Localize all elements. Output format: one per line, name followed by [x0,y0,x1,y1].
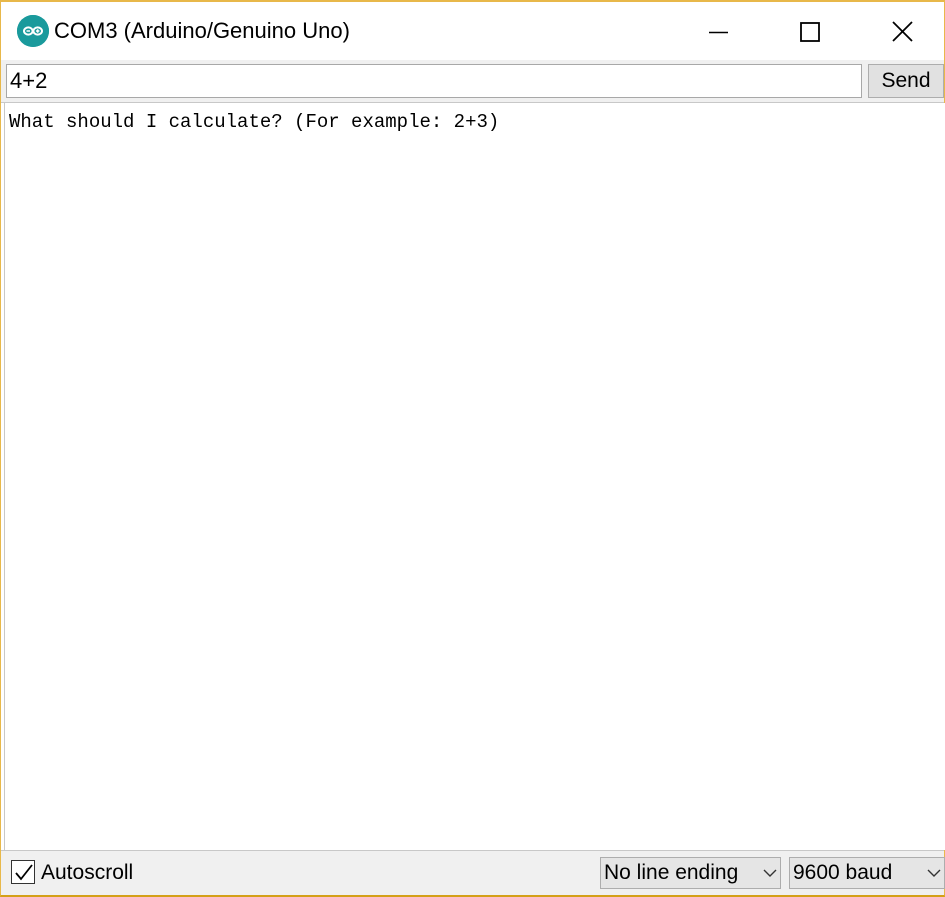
checkmark-icon [15,864,33,881]
autoscroll-checkbox[interactable] [11,860,35,884]
serial-monitor-window: COM3 (Arduino/Genuino Uno) Send What sho… [0,0,945,897]
chevron-down-icon [927,869,941,877]
autoscroll-label: Autoscroll [41,861,134,884]
status-bar: Autoscroll No line ending 9600 baud [1,850,945,895]
window-title: COM3 (Arduino/Genuino Uno) [54,18,350,43]
close-button[interactable] [856,2,945,60]
output-line: What should I calculate? (For example: 2… [9,111,500,133]
maximize-icon [800,22,820,42]
send-bar: Send [1,60,944,103]
line-ending-select[interactable]: No line ending [600,857,781,889]
baud-rate-value: 9600 baud [793,861,893,884]
serial-input[interactable] [6,64,862,98]
chevron-down-icon [763,869,777,877]
arduino-icon [17,15,49,47]
minimize-icon [709,31,728,34]
line-ending-value: No line ending [604,861,739,884]
maximize-button[interactable] [764,2,856,60]
title-bar[interactable]: COM3 (Arduino/Genuino Uno) [1,2,944,60]
close-icon [892,21,913,42]
baud-rate-select[interactable]: 9600 baud [789,857,945,889]
serial-output[interactable]: What should I calculate? (For example: 2… [4,103,945,850]
minimize-button[interactable] [672,2,764,60]
send-button[interactable]: Send [868,64,944,98]
